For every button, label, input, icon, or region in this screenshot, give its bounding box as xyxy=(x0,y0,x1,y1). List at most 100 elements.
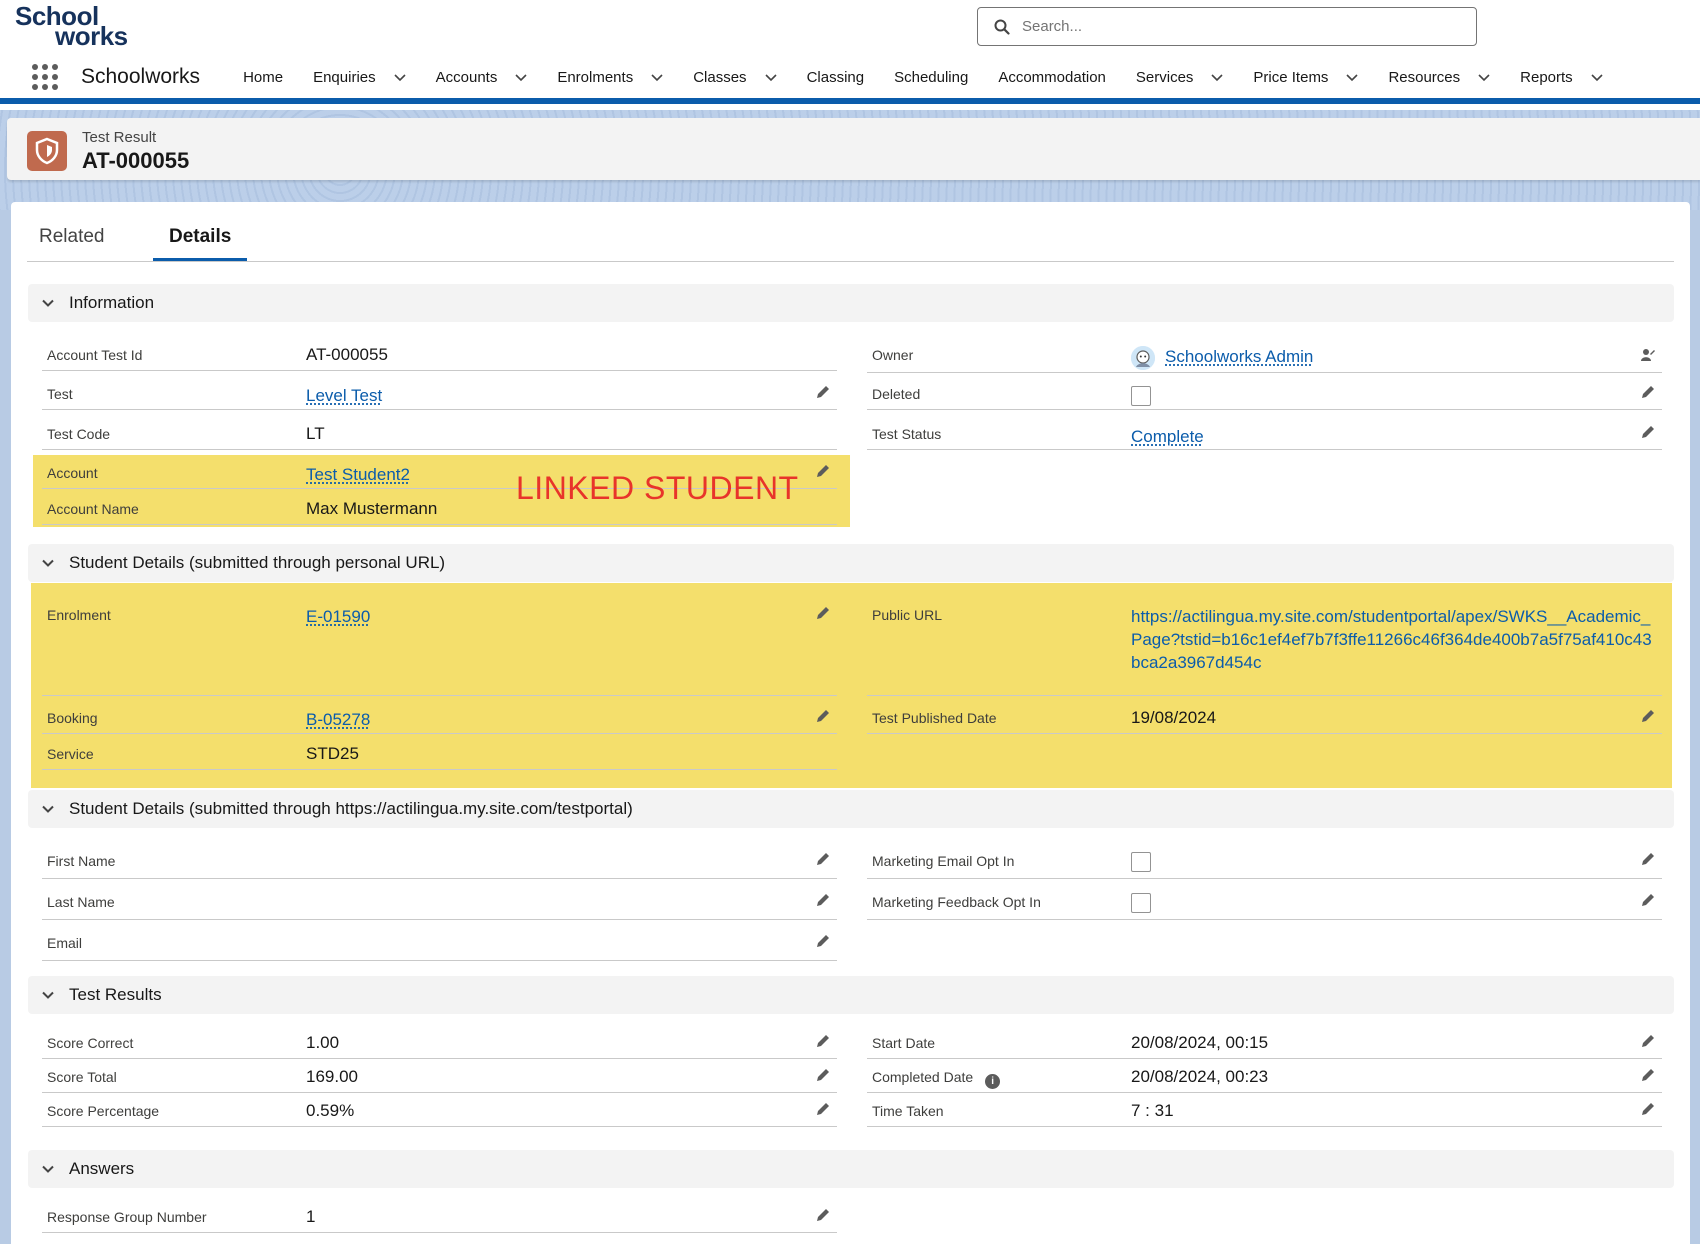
pencil-icon[interactable] xyxy=(815,1033,831,1049)
chevron-down-icon[interactable] xyxy=(515,71,527,83)
chevron-down-icon xyxy=(42,1165,54,1173)
chevron-down-icon xyxy=(42,805,54,813)
pencil-icon[interactable] xyxy=(1640,1067,1656,1083)
nav-item-label: Home xyxy=(243,68,284,86)
test-link[interactable]: Level Test xyxy=(306,386,382,406)
shield-icon xyxy=(27,131,67,171)
field-score-correct: Score Correct 1.00 xyxy=(42,1025,837,1059)
section-answers[interactable]: Answers xyxy=(28,1150,1674,1188)
linked-student-annotation: LINKED STUDENT xyxy=(516,470,799,506)
field-test-published-date: Test Published Date 19/08/2024 xyxy=(867,700,1662,734)
section-student-details-personal[interactable]: Student Details (submitted through perso… xyxy=(28,544,1674,582)
nav-item-classes[interactable]: Classes xyxy=(678,56,791,98)
field-public-url: Public URL https://actilingua.my.site.co… xyxy=(867,597,1662,696)
chevron-down-icon[interactable] xyxy=(651,71,663,83)
chevron-down-icon xyxy=(42,559,54,567)
field-score-percentage: Score Percentage 0.59% xyxy=(42,1093,837,1127)
app-launcher-icon[interactable] xyxy=(32,64,58,90)
chevron-down-icon[interactable] xyxy=(1478,71,1490,83)
chevron-down-icon[interactable] xyxy=(1346,71,1359,83)
pencil-icon[interactable] xyxy=(815,892,831,908)
nav-item-reports[interactable]: Reports xyxy=(1505,56,1618,98)
field-time-taken: Time Taken 7 : 31 xyxy=(867,1093,1662,1127)
pencil-icon[interactable] xyxy=(815,463,831,479)
field-label: Email xyxy=(47,935,83,951)
pencil-icon[interactable] xyxy=(815,1207,831,1223)
info-icon[interactable]: i xyxy=(985,1074,1001,1089)
field-label-text: Completed Date xyxy=(872,1069,974,1085)
change-owner-icon[interactable] xyxy=(1640,347,1656,363)
field-marketing-feedback-opt-in: Marketing Feedback Opt In xyxy=(867,884,1662,920)
pencil-icon[interactable] xyxy=(1640,424,1656,440)
search-icon xyxy=(994,19,1010,35)
booking-link[interactable]: B-05278 xyxy=(306,710,370,730)
pencil-icon[interactable] xyxy=(815,851,831,867)
schoolworks-logo[interactable]: School works xyxy=(15,3,135,49)
field-label: Completed Date i xyxy=(872,1069,1001,1089)
chevron-down-icon[interactable] xyxy=(394,71,406,83)
field-label: Enrolment xyxy=(47,607,111,623)
search-input[interactable] xyxy=(1022,18,1442,35)
chevron-down-icon[interactable] xyxy=(1211,71,1223,83)
public-url-link[interactable]: https://actilingua.my.site.com/studentpo… xyxy=(1131,605,1656,674)
chevron-down-icon[interactable] xyxy=(1591,71,1603,83)
field-owner: Owner Schoolworks Admin xyxy=(867,337,1662,373)
active-tab-indicator xyxy=(153,258,247,261)
nav-item-resources[interactable]: Resources xyxy=(1373,56,1505,98)
pencil-icon[interactable] xyxy=(1640,892,1656,908)
field-label: Account Name xyxy=(47,501,139,517)
field-label: Marketing Feedback Opt In xyxy=(872,894,1041,910)
section-student-details-portal[interactable]: Student Details (submitted through https… xyxy=(28,790,1674,828)
test-status-link[interactable]: Complete xyxy=(1131,427,1204,447)
pencil-icon[interactable] xyxy=(1640,1033,1656,1049)
field-test-status: Test Status Complete xyxy=(867,416,1662,450)
avatar xyxy=(1131,346,1155,370)
field-enrolment: Enrolment E-01590 xyxy=(42,597,837,696)
enrolment-link[interactable]: E-01590 xyxy=(306,607,370,627)
pencil-icon[interactable] xyxy=(815,1101,831,1117)
pencil-icon[interactable] xyxy=(815,1067,831,1083)
pencil-icon[interactable] xyxy=(1640,851,1656,867)
nav-item-enrolments[interactable]: Enrolments xyxy=(542,56,678,98)
nav-item-services[interactable]: Services xyxy=(1121,56,1239,98)
nav-item-scheduling[interactable]: Scheduling xyxy=(879,56,983,98)
pencil-icon[interactable] xyxy=(1640,708,1656,724)
pencil-icon[interactable] xyxy=(815,384,831,400)
field-label: Account xyxy=(47,465,98,481)
section-test-results[interactable]: Test Results xyxy=(28,976,1674,1014)
pencil-icon[interactable] xyxy=(1640,384,1656,400)
nav-item-label: Accommodation xyxy=(998,68,1106,86)
owner-link[interactable]: Schoolworks Admin xyxy=(1165,347,1313,367)
nav-item-enquiries[interactable]: Enquiries xyxy=(298,56,421,98)
record-title: AT-000055 xyxy=(82,148,190,173)
section-title: Student Details (submitted through https… xyxy=(69,799,633,818)
account-link[interactable]: Test Student2 xyxy=(306,465,410,485)
pencil-icon[interactable] xyxy=(815,605,831,621)
marketing-feedback-checkbox[interactable] xyxy=(1131,893,1151,913)
tab-related[interactable]: Related xyxy=(39,226,105,248)
pencil-icon[interactable] xyxy=(1640,1101,1656,1117)
marketing-email-checkbox[interactable] xyxy=(1131,852,1151,872)
pencil-icon[interactable] xyxy=(815,708,831,724)
field-service: Service STD25 xyxy=(42,736,837,770)
field-value: STD25 xyxy=(306,744,359,763)
nav-item-price-items[interactable]: Price Items xyxy=(1238,56,1373,98)
field-label: Owner xyxy=(872,347,914,363)
tab-details[interactable]: Details xyxy=(169,226,231,248)
nav-item-accounts[interactable]: Accounts xyxy=(421,56,543,98)
nav-item-label: Resources xyxy=(1388,68,1461,86)
field-label: Test Code xyxy=(47,426,111,442)
field-value: LT xyxy=(306,424,325,443)
global-search[interactable] xyxy=(977,7,1477,46)
nav-item-label: Classing xyxy=(806,68,865,86)
field-booking: Booking B-05278 xyxy=(42,700,837,734)
field-label: Public URL xyxy=(872,607,943,623)
chevron-down-icon[interactable] xyxy=(764,71,777,83)
nav-item-home[interactable]: Home xyxy=(228,56,298,98)
nav-item-accommodation[interactable]: Accommodation xyxy=(983,56,1121,98)
deleted-checkbox[interactable] xyxy=(1131,386,1151,406)
nav-item-label: Accounts xyxy=(435,68,498,86)
pencil-icon[interactable] xyxy=(815,933,831,949)
section-information[interactable]: Information xyxy=(28,284,1674,322)
nav-item-classing[interactable]: Classing xyxy=(792,56,880,98)
